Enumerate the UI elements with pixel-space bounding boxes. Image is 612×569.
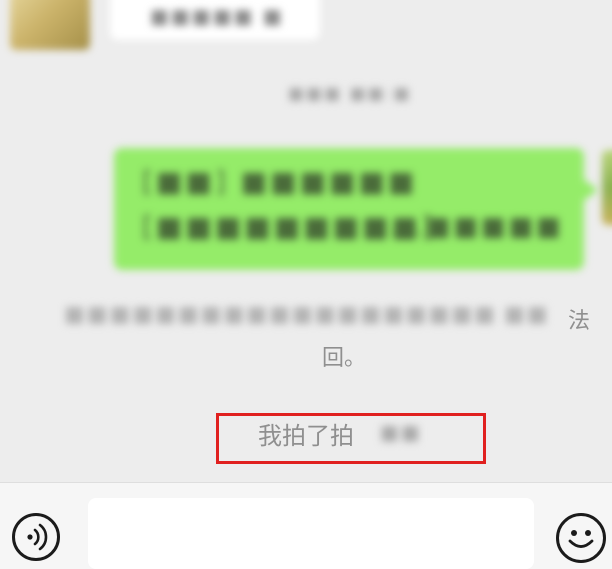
voice-input-button[interactable] <box>12 513 60 561</box>
incoming-message-text: ■■■■■ ■ <box>150 4 284 28</box>
outgoing-message-line-1: [■■] ■■■■■■ <box>142 165 418 198</box>
my-avatar[interactable] <box>602 150 612 225</box>
system-notice-fragment: 法 <box>568 309 591 334</box>
outgoing-message-line-2-suffix: ...■■■■■ <box>392 212 564 242</box>
outgoing-message-line-2: [■■■■■■■■■] <box>142 210 435 243</box>
voice-wave-icon <box>27 523 48 551</box>
message-input[interactable] <box>88 498 534 569</box>
highlight-box <box>216 413 486 464</box>
system-notice-fragment-2: 回。 <box>322 346 367 371</box>
message-timestamp: ■■■ ■■:■ <box>288 84 412 104</box>
system-notice-text-tail: ■■ <box>504 302 550 327</box>
system-notice-text: ■■■■■■■■■■■■■■■■■■■■■ <box>64 302 494 327</box>
emoji-button[interactable] <box>556 513 606 563</box>
smiley-face-icon <box>568 530 594 548</box>
sender-avatar[interactable] <box>10 0 90 50</box>
